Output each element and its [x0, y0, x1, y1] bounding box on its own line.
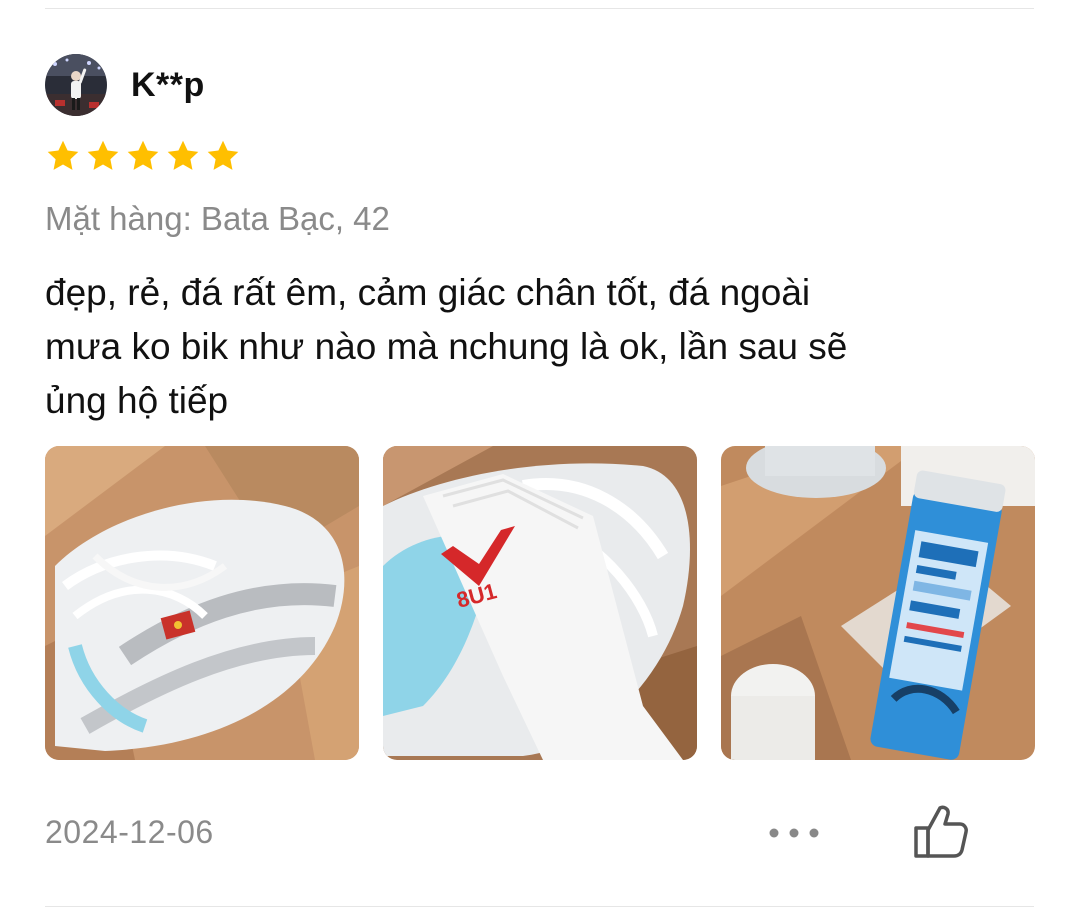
reviewer-name: K**p	[131, 65, 205, 104]
star-icon	[85, 138, 121, 174]
rating-stars	[45, 138, 241, 174]
review-text: đẹp, rẻ, đá rất êm, cảm giác chân tốt, đ…	[45, 266, 1035, 428]
product-variant: Mặt hàng: Bata Bạc, 42	[45, 200, 390, 237]
review-date: 2024-12-06	[45, 814, 214, 850]
more-dots-icon	[769, 828, 819, 838]
top-divider	[45, 8, 1034, 9]
review-photo-shoe[interactable]	[45, 446, 359, 760]
star-icon	[165, 138, 201, 174]
like-button[interactable]	[908, 800, 972, 864]
review-text-line: đẹp, rẻ, đá rất êm, cảm giác chân tốt, đ…	[45, 272, 811, 313]
bottom-divider	[45, 906, 1034, 907]
star-icon	[125, 138, 161, 174]
avatar[interactable]	[45, 54, 107, 116]
thumbs-up-icon	[914, 805, 968, 858]
more-options-button[interactable]	[766, 818, 822, 848]
star-icon	[205, 138, 241, 174]
star-icon	[45, 138, 81, 174]
review-photos: 8U1	[45, 446, 1035, 760]
review-photo-sock[interactable]: 8U1	[383, 446, 697, 760]
reviewer-header: K**p	[45, 54, 205, 116]
review-text-line: ủng hộ tiếp	[45, 380, 229, 421]
review-text-line: mưa ko bik như nào mà nchung là ok, lần …	[45, 326, 848, 367]
review-card: K**p Mặt hàng: Bata Bạc, 42 đẹp, rẻ, đá …	[0, 0, 1079, 918]
review-photo-spray-can[interactable]	[721, 446, 1035, 760]
